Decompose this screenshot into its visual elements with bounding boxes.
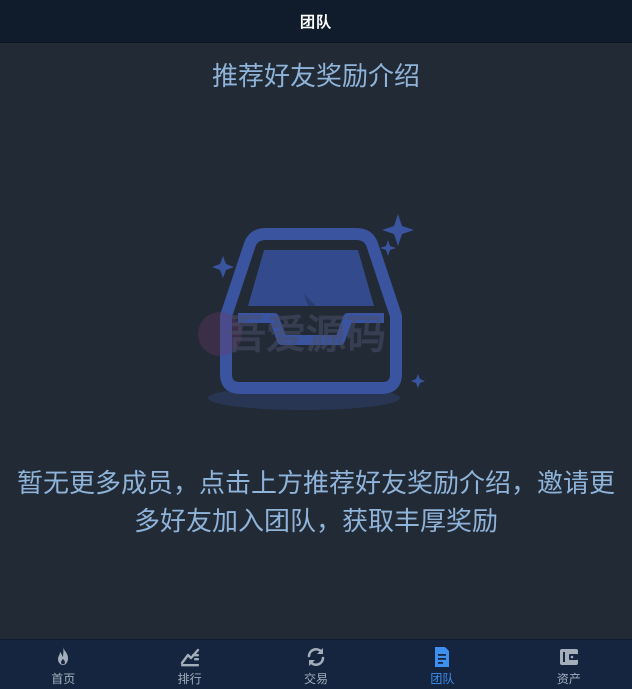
flame-icon — [58, 647, 69, 665]
nav-item-ranking[interactable]: 排行 — [126, 640, 252, 689]
nav-item-trade[interactable]: 交易 — [253, 640, 379, 689]
empty-state-message: 暂无更多成员，点击上方推荐好友奖励介绍，邀请更多好友加入团队，获取丰厚奖励 — [16, 469, 615, 537]
nav-item-assets[interactable]: 资产 — [506, 640, 632, 689]
empty-state-illustration: 吾爱源码 — [186, 206, 446, 416]
referral-reward-intro-link[interactable]: 推荐好友奖励介绍 — [0, 58, 632, 96]
nav-label-ranking: 排行 — [177, 672, 202, 686]
nav-label-home: 首页 — [51, 672, 76, 686]
refresh-icon — [307, 648, 325, 666]
bottom-navigation: 首页 排行 交易 团队 资产 — [0, 639, 632, 689]
top-bar: 团队 — [0, 0, 632, 43]
watermark-text: 吾爱源码 — [226, 312, 386, 358]
nav-label-trade: 交易 — [304, 672, 329, 686]
ranking-icon — [180, 648, 199, 667]
nav-item-home[interactable]: 首页 — [0, 640, 126, 689]
nav-label-team: 团队 — [430, 672, 455, 686]
empty-inbox-icon: 吾爱源码 — [198, 214, 425, 410]
nav-label-assets: 资产 — [556, 672, 581, 686]
nav-item-team[interactable]: 团队 — [379, 640, 505, 689]
page-title: 团队 — [299, 12, 332, 31]
wallet-icon — [559, 649, 578, 665]
document-icon — [435, 647, 450, 667]
